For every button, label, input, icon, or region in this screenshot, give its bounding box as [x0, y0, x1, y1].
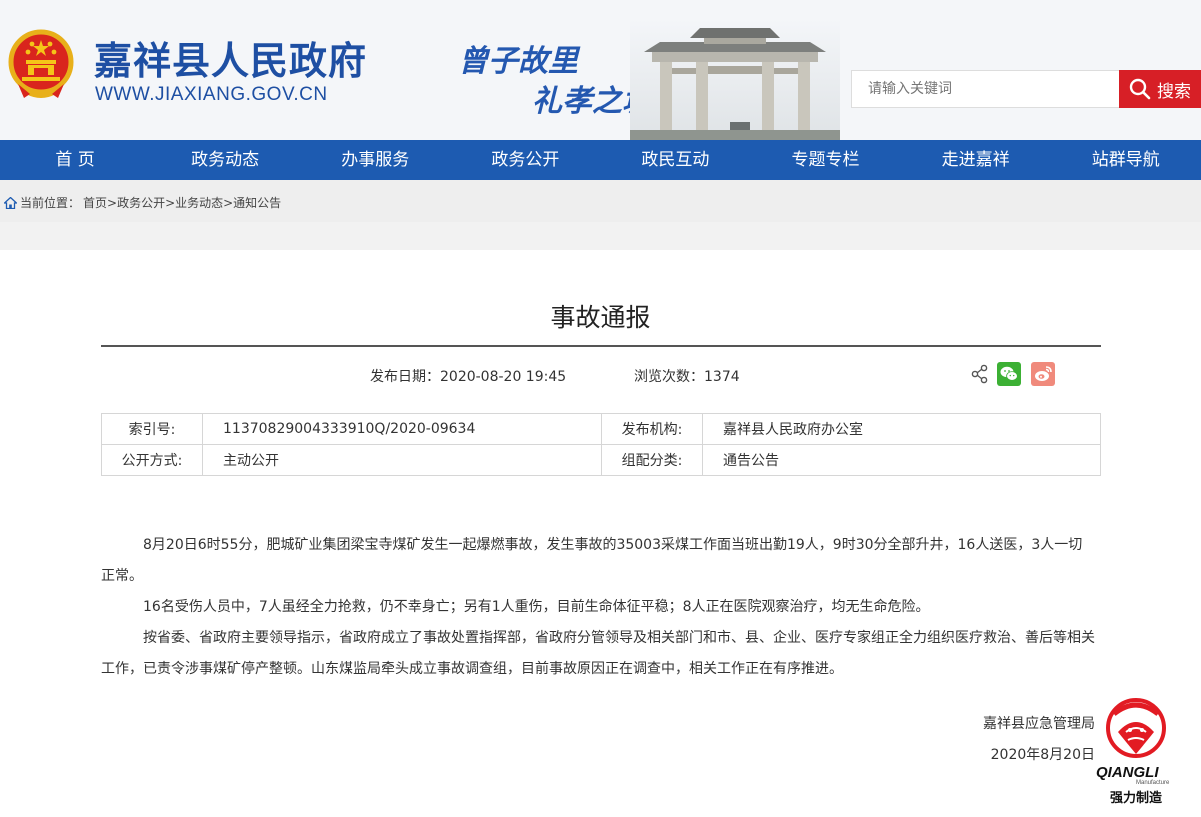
site-title[interactable]: 嘉祥县人民政府 [94, 30, 367, 85]
publish-date: 发布日期：2020-08-20 19:45 [370, 366, 566, 386]
home-icon [4, 196, 17, 209]
table-row: 索引号: 11370829004333910Q/2020-09634 发布机构:… [101, 413, 1101, 445]
nav-item-home[interactable]: 首 页 [0, 140, 150, 180]
view-count: 浏览次数：1374 [634, 366, 740, 386]
nav-item-site-group[interactable]: 站群导航 [1051, 140, 1201, 180]
qiangli-cn: 强力制造 [1110, 791, 1163, 806]
search-button[interactable]: 搜索 [1119, 70, 1201, 108]
memorial-archway-image [630, 18, 840, 140]
publish-date-label: 发布日期： [370, 369, 440, 385]
table-row: 公开方式: 主动公开 组配分类: 通告公告 [101, 444, 1101, 476]
site-url[interactable]: WWW.JIAXIANG.GOV.CN [95, 84, 328, 106]
document-info-table: 索引号: 11370829004333910Q/2020-09634 发布机构:… [101, 413, 1101, 476]
nav-item-services[interactable]: 办事服务 [300, 140, 450, 180]
nav-item-gov-disclosure[interactable]: 政务公开 [450, 140, 600, 180]
nav-item-special-topics[interactable]: 专题专栏 [750, 140, 900, 180]
search-button-label: 搜索 [1157, 81, 1191, 102]
article-container: 事故通报 发布日期：2020-08-20 19:45 浏览次数：1374 索引号… [0, 250, 1201, 817]
wechat-icon [1000, 366, 1018, 381]
paragraph-2: 16名受伤人员中，7人虽经全力抢救，仍不幸身亡；另有1人重伤，目前生命体征平稳；… [143, 599, 930, 615]
paragraph-3: 按省委、省政府主要领导指示，省政府成立了事故处置指挥部，省政府分管领导及相关部门… [101, 630, 1095, 677]
index-label: 索引号: [101, 413, 203, 445]
nav-item-about-jiaxiang[interactable]: 走进嘉祥 [901, 140, 1051, 180]
publish-date-value: 2020-08-20 19:45 [440, 369, 567, 385]
breadcrumb: 当前位置： 首页>政务公开>业务动态>通知公告 [4, 194, 281, 211]
view-count-value: 1374 [704, 369, 740, 385]
signature-org: 嘉祥县应急管理局 [983, 716, 1095, 732]
title-divider [101, 345, 1101, 347]
signature-date: 2020年8月20日 [990, 747, 1095, 763]
share-icon[interactable] [971, 364, 989, 384]
breadcrumb-prefix: 当前位置： [20, 196, 81, 210]
national-emblem-icon [8, 29, 74, 98]
open-method-label: 公开方式: [101, 444, 203, 476]
paragraph-1: 8月20日6时55分，肥城矿业集团梁宝寺煤矿发生一起爆燃事故，发生事故的3500… [101, 537, 1083, 584]
weibo-share-icon[interactable] [1031, 362, 1055, 386]
breadcrumb-bar: 当前位置： 首页>政务公开>业务动态>通知公告 [0, 180, 1201, 222]
main-nav: 首 页 政务动态 办事服务 政务公开 政民互动 专题专栏 走进嘉祥 站群导航 [0, 140, 1201, 180]
site-header: 嘉祥县人民政府 WWW.JIAXIANG.GOV.CN 曾子故里 礼孝之城 搜索 [0, 0, 1201, 140]
article-body: 8月20日6时55分，肥城矿业集团梁宝寺煤矿发生一起爆燃事故，发生事故的3500… [101, 530, 1096, 685]
category-value: 通告公告 [702, 444, 1101, 476]
category-label: 组配分类: [601, 444, 703, 476]
weibo-icon [1035, 366, 1052, 381]
wechat-share-icon[interactable] [997, 362, 1021, 386]
slogan-line-1: 曾子故里 [458, 44, 578, 79]
qiangli-brand: QIANGLI [1096, 764, 1159, 781]
search-input[interactable] [851, 70, 1120, 108]
org-label: 发布机构: [601, 413, 703, 445]
article-title: 事故通报 [550, 303, 651, 332]
org-value: 嘉祥县人民政府办公室 [702, 413, 1101, 445]
breadcrumb-path[interactable]: 首页>政务公开>业务动态>通知公告 [83, 194, 281, 211]
search-icon [1129, 78, 1151, 100]
nav-item-interaction[interactable]: 政民互动 [600, 140, 750, 180]
nav-item-gov-news[interactable]: 政务动态 [150, 140, 300, 180]
qiangli-logo-icon [1106, 698, 1166, 758]
qiangli-watermark: QIANGLI Manufacture 强力制造 [1096, 692, 1180, 810]
index-value: 11370829004333910Q/2020-09634 [202, 413, 602, 445]
qiangli-sub: Manufacture [1136, 780, 1170, 786]
view-count-label: 浏览次数： [634, 369, 704, 385]
open-method-value: 主动公开 [202, 444, 602, 476]
